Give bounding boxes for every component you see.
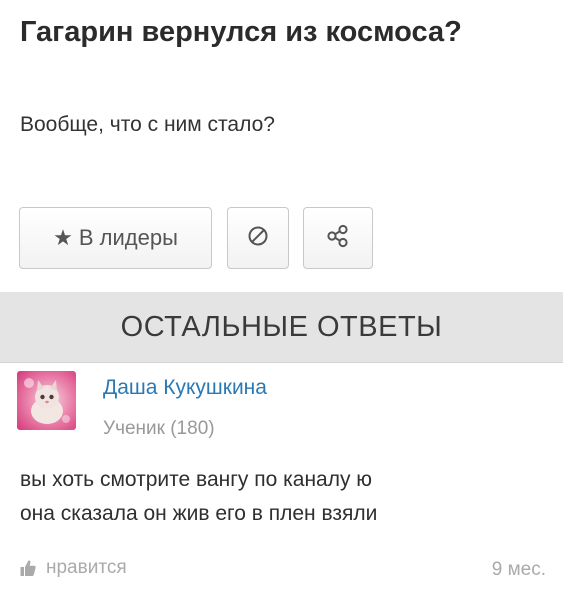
share-button[interactable]	[303, 207, 373, 269]
like-label: нравится	[46, 557, 127, 578]
like-button[interactable]: нравится	[20, 557, 127, 579]
block-icon	[246, 224, 270, 253]
other-answers-header: ОСТАЛЬНЫЕ ОТВЕТЫ	[0, 292, 563, 363]
question-title: Гагарин вернулся из космоса?	[20, 16, 462, 48]
block-button[interactable]	[227, 207, 289, 269]
answer-text-line: она сказала он жив его в плен взяли	[20, 502, 378, 525]
question-body: Вообще, что с ним стало?	[20, 113, 275, 136]
share-icon	[325, 223, 351, 254]
answer-text-line: вы хоть смотрите вангу по каналу ю	[20, 468, 373, 491]
answer-text: вы хоть смотрите вангу по каналу ю она с…	[20, 463, 560, 531]
to-leaders-label: В лидеры	[78, 225, 178, 250]
to-leaders-button[interactable]: ★ В лидеры	[19, 207, 212, 269]
question-page: Гагарин вернулся из космоса? Вообще, что…	[0, 0, 569, 593]
thumbs-up-icon	[20, 559, 36, 577]
answer-timestamp: 9 мес.	[491, 559, 546, 580]
avatar[interactable]	[17, 371, 76, 430]
answer-author-link[interactable]: Даша Кукушкина	[103, 376, 267, 400]
answer-author-rank: Ученик (180)	[103, 418, 215, 439]
star-icon: ★	[53, 225, 73, 250]
